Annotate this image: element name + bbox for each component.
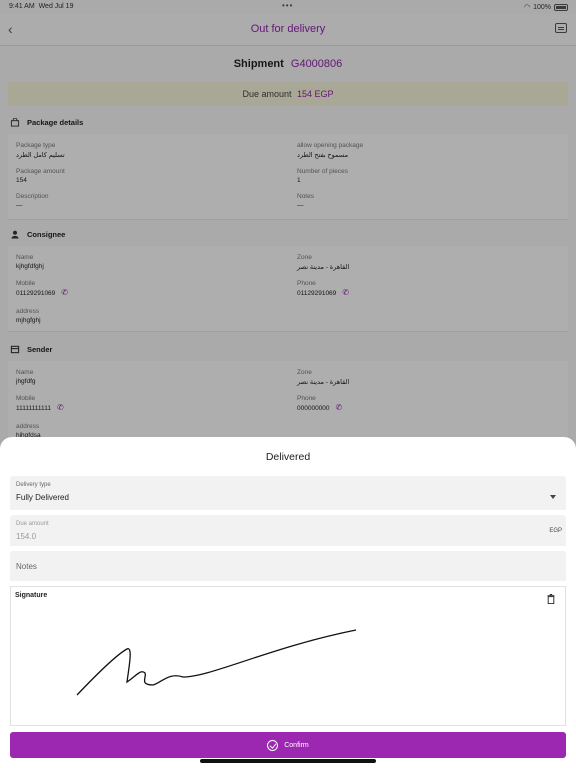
signature-stroke	[76, 629, 357, 696]
delivery-type-select[interactable]: Delivery type Fully Delivered	[10, 476, 566, 510]
home-indicator	[200, 759, 376, 763]
confirm-button[interactable]: Confirm	[10, 732, 566, 758]
delivery-type-label: Delivery type	[16, 482, 51, 488]
confirm-label: Confirm	[284, 741, 309, 749]
sheet-title: Delivered	[265, 451, 311, 463]
check-circle-icon	[267, 739, 279, 751]
signature-pad[interactable]: Signature	[10, 586, 566, 726]
dropdown-arrow-icon	[550, 495, 556, 499]
due-amount-field: Due amount 154.0 EGP	[10, 515, 566, 546]
due-amount-label: Due amount	[16, 521, 49, 527]
notes-input[interactable]: Notes	[10, 551, 566, 581]
delivery-type-value: Fully Delivered	[16, 493, 69, 502]
notes-placeholder: Notes	[16, 562, 37, 571]
due-amount-value: 154.0	[16, 532, 37, 541]
currency-suffix: EGP	[549, 528, 562, 534]
delivered-bottom-sheet: Delivered Delivery type Fully Delivered …	[0, 437, 576, 768]
